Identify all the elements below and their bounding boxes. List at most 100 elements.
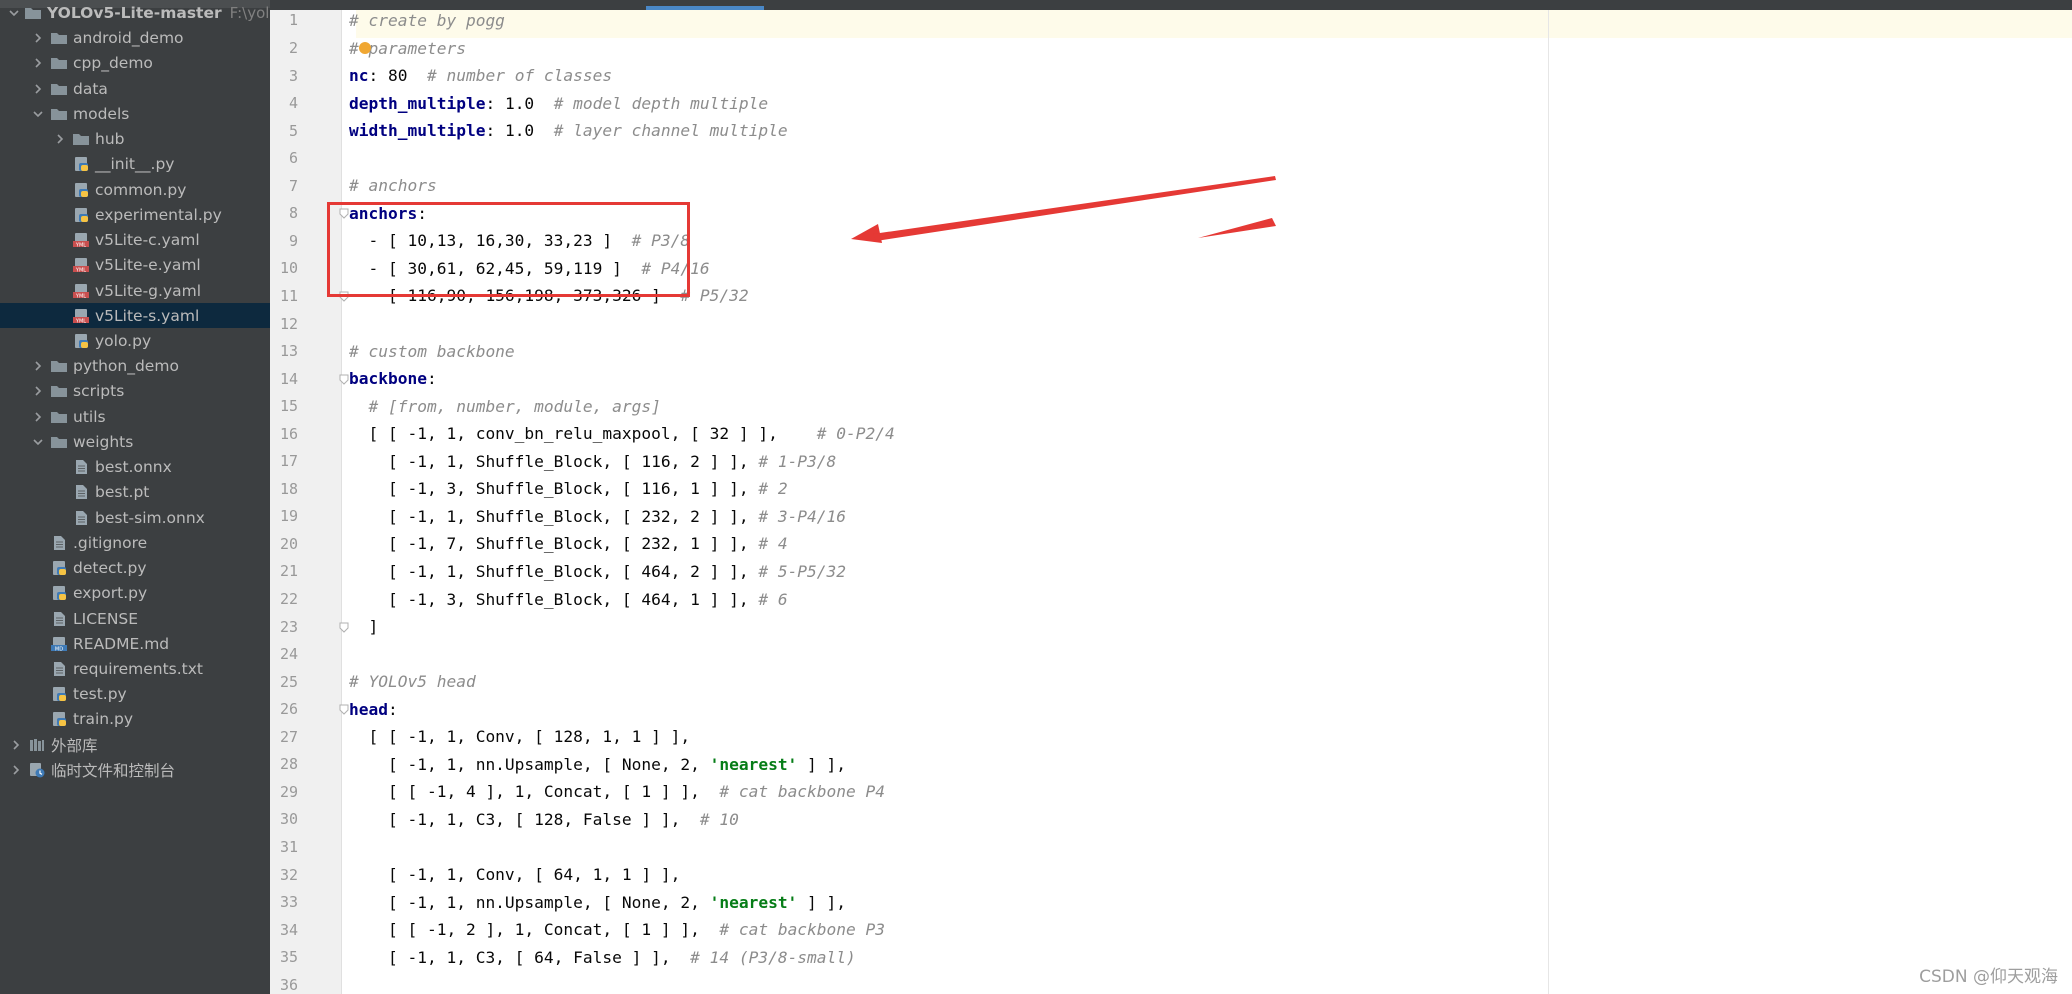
tree-item[interactable]: yolo.py (0, 328, 270, 353)
tree-item[interactable]: common.py (0, 177, 270, 202)
lightbulb-icon[interactable] (359, 42, 371, 54)
code-line[interactable]: 2 # parameters (270, 34, 1970, 62)
code-line[interactable]: 14 backbone: (270, 365, 1970, 393)
code-text[interactable]: # custom backbone (349, 342, 515, 361)
code-line[interactable]: 4 depth_multiple: 1.0 # model depth multi… (270, 89, 1970, 117)
tree-item[interactable]: export.py (0, 581, 270, 606)
chevron-right-icon[interactable] (8, 762, 24, 778)
tree-item[interactable]: LICENSE (0, 606, 270, 631)
chevron-right-icon[interactable] (30, 409, 46, 425)
tab-v5lite-g-yaml[interactable] (810, 0, 940, 10)
chevron-right-icon[interactable] (30, 30, 46, 46)
code-line[interactable]: 28 [ -1, 1, nn.Upsample, [ None, 2, 'nea… (270, 751, 1970, 779)
code-line[interactable]: 26 head: (270, 695, 1970, 723)
tree-item[interactable]: android_demo (0, 26, 270, 51)
code-text[interactable]: [ -1, 3, Shuffle_Block, [ 116, 1 ] ], # … (349, 479, 788, 498)
chevron-down-icon[interactable] (8, 5, 20, 21)
code-text[interactable]: [ -1, 1, C3, [ 128, False ] ], # 10 (349, 810, 739, 829)
code-line[interactable]: 20 [ -1, 7, Shuffle_Block, [ 232, 1 ] ],… (270, 530, 1970, 558)
code-editor[interactable]: 1 # create by pogg 2 # parameters 3 nc: 80 # … (270, 10, 2072, 994)
code-line[interactable]: 3 nc: 80 # number of classes (270, 62, 1970, 90)
tree-item[interactable]: test.py (0, 682, 270, 707)
code-line[interactable]: 32 [ -1, 1, Conv, [ 64, 1, 1 ] ], (270, 861, 1970, 889)
code-text[interactable]: [ -1, 1, nn.Upsample, [ None, 2, 'neares… (349, 893, 846, 912)
code-line[interactable]: 35 [ -1, 1, C3, [ 64, False ] ], # 14 (P… (270, 943, 1970, 971)
tree-item[interactable]: utils (0, 404, 270, 429)
code-text[interactable]: [ [ -1, 4 ], 1, Concat, [ 1 ] ], # cat b… (349, 782, 885, 801)
tree-item[interactable]: models (0, 101, 270, 126)
chevron-right-icon[interactable] (30, 358, 46, 374)
code-line[interactable]: 1 # create by pogg (270, 10, 1970, 34)
tree-item[interactable]: python_demo (0, 354, 270, 379)
code-line[interactable]: 12 (270, 310, 1970, 338)
chevron-right-icon[interactable] (30, 383, 46, 399)
code-line[interactable]: 29 [ [ -1, 4 ], 1, Concat, [ 1 ] ], # ca… (270, 778, 1970, 806)
code-line[interactable]: 18 [ -1, 3, Shuffle_Block, [ 116, 1 ] ],… (270, 475, 1970, 503)
tree-item[interactable]: YML v5Lite-c.yaml (0, 228, 270, 253)
tree-item[interactable]: best.pt (0, 480, 270, 505)
tree-item[interactable]: MD README.md (0, 631, 270, 656)
code-text[interactable]: # anchors (349, 176, 437, 195)
fold-marker-icon[interactable] (338, 373, 350, 385)
tree-item[interactable]: train.py (0, 707, 270, 732)
tree-item[interactable]: cpp_demo (0, 51, 270, 76)
code-text[interactable]: # [from, number, module, args] (349, 397, 661, 416)
code-line[interactable]: 16 [ [ -1, 1, conv_bn_relu_maxpool, [ 32… (270, 420, 1970, 448)
tree-item[interactable]: requirements.txt (0, 656, 270, 681)
tree-item[interactable]: best.onnx (0, 455, 270, 480)
code-line[interactable]: 19 [ -1, 1, Shuffle_Block, [ 232, 2 ] ],… (270, 503, 1970, 531)
code-text[interactable]: # YOLOv5 head (349, 672, 476, 691)
chevron-right-icon[interactable] (52, 131, 68, 147)
tab-export[interactable] (280, 0, 380, 10)
code-text[interactable]: [ [ -1, 2 ], 1, Concat, [ 1 ] ], # cat b… (349, 920, 885, 939)
code-text[interactable]: [ [ -1, 1, Conv, [ 128, 1, 1 ] ], (349, 727, 690, 746)
code-text[interactable]: [ -1, 1, Shuffle_Block, [ 232, 2 ] ], # … (349, 507, 846, 526)
code-line[interactable]: 31 (270, 833, 1970, 861)
code-text[interactable]: head: (349, 700, 398, 719)
code-line[interactable]: 21 [ -1, 1, Shuffle_Block, [ 464, 2 ] ],… (270, 558, 1970, 586)
tree-item[interactable]: .gitignore (0, 530, 270, 555)
tree-item[interactable]: YML v5Lite-s.yaml (0, 303, 270, 329)
code-line[interactable]: 17 [ -1, 1, Shuffle_Block, [ 116, 2 ] ],… (270, 448, 1970, 476)
code-text[interactable]: [ -1, 1, nn.Upsample, [ None, 2, 'neares… (349, 755, 846, 774)
code-text[interactable]: backbone: (349, 369, 437, 388)
code-text[interactable]: [ -1, 1, Shuffle_Block, [ 464, 2 ] ], # … (349, 562, 846, 581)
tree-item[interactable]: __init__.py (0, 152, 270, 177)
tree-item[interactable]: hub (0, 127, 270, 152)
code-line[interactable]: 22 [ -1, 3, Shuffle_Block, [ 464, 1 ] ],… (270, 585, 1970, 613)
chevron-down-icon[interactable] (30, 434, 46, 450)
code-text[interactable]: [ -1, 1, Shuffle_Block, [ 116, 2 ] ], # … (349, 452, 836, 471)
code-line[interactable]: 24 (270, 640, 1970, 668)
chevron-right-icon[interactable] (8, 737, 24, 753)
code-text[interactable]: depth_multiple: 1.0 # model depth multip… (349, 94, 768, 113)
tree-item[interactable]: weights (0, 429, 270, 454)
code-text[interactable]: width_multiple: 1.0 # layer channel mult… (349, 121, 788, 140)
tree-item[interactable]: 外部库 (0, 732, 270, 757)
tab-v5lite-e-yaml[interactable] (970, 0, 1100, 10)
code-line[interactable]: 6 (270, 144, 1970, 172)
code-line[interactable]: 36 (270, 971, 1970, 994)
code-line[interactable]: 15 # [from, number, module, args] (270, 392, 1970, 420)
code-text[interactable]: ] (349, 617, 378, 636)
tab-best-sim-opt[interactable] (410, 0, 610, 10)
code-text[interactable]: # create by pogg (349, 11, 505, 30)
chevron-right-icon[interactable] (30, 55, 46, 71)
code-text[interactable]: [ -1, 1, C3, [ 64, False ] ], # 14 (P3/8… (349, 948, 856, 967)
code-line[interactable]: 7 # anchors (270, 172, 1970, 200)
code-line[interactable]: 27 [ [ -1, 1, Conv, [ 128, 1, 1 ] ], (270, 723, 1970, 751)
code-line[interactable]: 25 # YOLOv5 head (270, 668, 1970, 696)
tree-item[interactable]: experimental.py (0, 202, 270, 227)
code-line[interactable]: 23 ] (270, 613, 1970, 641)
tree-item[interactable]: scripts (0, 379, 270, 404)
tab-v5lite-s-yaml[interactable] (646, 0, 764, 10)
chevron-right-icon[interactable] (30, 81, 46, 97)
chevron-down-icon[interactable] (30, 106, 46, 122)
tree-item[interactable]: best-sim.onnx (0, 505, 270, 530)
code-text[interactable]: nc: 80 # number of classes (349, 66, 612, 85)
code-line[interactable]: 5 width_multiple: 1.0 # layer channel mul… (270, 117, 1970, 145)
tree-item[interactable]: 临时文件和控制台 (0, 757, 270, 782)
fold-marker-icon[interactable] (338, 703, 350, 715)
code-text[interactable]: [ -1, 3, Shuffle_Block, [ 464, 1 ] ], # … (349, 590, 788, 609)
code-text[interactable]: [ -1, 1, Conv, [ 64, 1, 1 ] ], (349, 865, 680, 884)
fold-marker-icon[interactable] (338, 621, 350, 633)
